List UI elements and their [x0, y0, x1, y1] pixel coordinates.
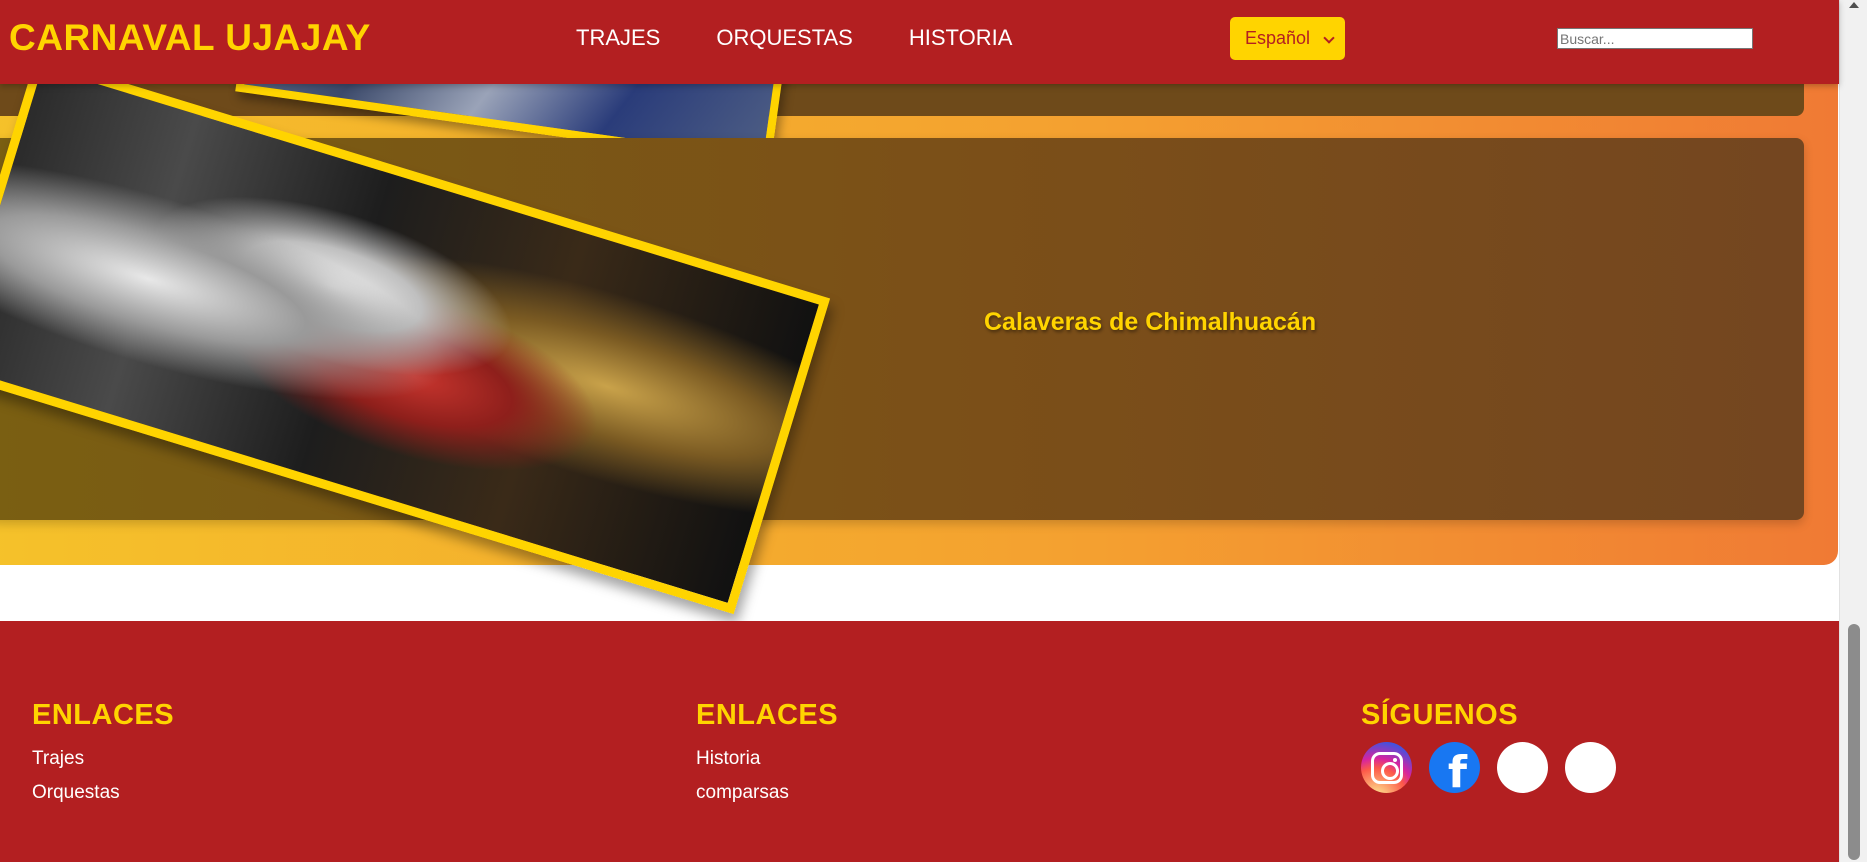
footer-link-comparsas[interactable]: comparsas: [696, 776, 838, 810]
footer-link-trajes[interactable]: Trajes: [32, 742, 174, 776]
site-footer: ENLACES Trajes Orquestas ENLACES Histori…: [0, 621, 1839, 862]
social-icon-4[interactable]: [1565, 742, 1616, 793]
instagram-icon[interactable]: [1361, 742, 1412, 793]
nav-orquestas[interactable]: ORQUESTAS: [716, 25, 853, 51]
nav-trajes[interactable]: TRAJES: [576, 25, 660, 51]
footer-links-2: ENLACES Historia comparsas: [696, 699, 838, 810]
main-nav: TRAJES ORQUESTAS HISTORIA: [576, 25, 1068, 51]
footer-heading-1: ENLACES: [32, 699, 175, 731]
language-value: Español: [1245, 28, 1311, 48]
site-brand[interactable]: CARNAVAL UJAJAY: [9, 17, 371, 59]
footer-heading-social: SÍGUENOS: [1361, 699, 1519, 731]
footer-link-historia[interactable]: Historia: [696, 742, 838, 776]
scrollbar[interactable]: [1839, 0, 1867, 862]
card-title: Calaveras de Chimalhuacán: [984, 308, 1317, 336]
site-header: CARNAVAL UJAJAY TRAJES ORQUESTAS HISTORI…: [0, 0, 1839, 84]
footer-link-orquestas[interactable]: Orquestas: [32, 776, 174, 810]
scroll-up-icon[interactable]: [1849, 2, 1859, 8]
footer-heading-2: ENLACES: [696, 699, 839, 731]
chevron-down-icon: [1323, 32, 1335, 44]
scroll-thumb[interactable]: [1848, 624, 1860, 860]
nav-historia[interactable]: HISTORIA: [909, 25, 1013, 51]
language-select[interactable]: Español: [1230, 17, 1345, 60]
social-links: f: [1361, 742, 1633, 798]
social-icon-3[interactable]: [1497, 742, 1548, 793]
search-input[interactable]: [1557, 28, 1753, 49]
facebook-icon[interactable]: f: [1429, 742, 1480, 798]
page: Calaveras de Chimalhuacán CARNAVAL UJAJA…: [0, 0, 1867, 862]
footer-social: SÍGUENOS f: [1361, 699, 1633, 798]
footer-links-1: ENLACES Trajes Orquestas: [32, 699, 174, 810]
